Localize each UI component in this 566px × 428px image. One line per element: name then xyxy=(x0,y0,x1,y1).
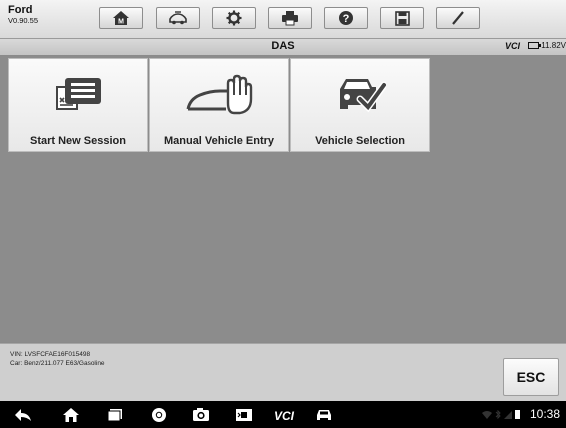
home-icon xyxy=(63,407,79,422)
vci-icon: VCI xyxy=(274,409,295,422)
svg-text:?: ? xyxy=(343,13,350,25)
manual-entry-icon xyxy=(186,74,253,115)
bluetooth-icon xyxy=(495,410,501,419)
top-toolbar: Ford V0.90.55 M ? xyxy=(0,0,566,39)
home-icon: M xyxy=(113,11,129,26)
printer-icon xyxy=(282,11,298,26)
settings-button[interactable] xyxy=(212,7,256,29)
vci-nav-text: VCI xyxy=(274,409,295,422)
start-new-session-tile[interactable]: Start New Session xyxy=(8,58,148,152)
vin-text: VIN: LVSFCFAE16F015498 xyxy=(10,351,91,358)
battery-icon xyxy=(528,42,542,49)
save-button[interactable] xyxy=(380,7,424,29)
signal-indicators xyxy=(482,409,520,419)
new-session-icon xyxy=(56,78,101,110)
cellular-icon xyxy=(504,411,512,419)
vehicle-swap-button[interactable] xyxy=(156,7,200,29)
software-version: V0.90.55 xyxy=(8,16,39,25)
vehicle-info-bar: VIN: LVSFCFAE16F015498 Car: Benz/211.077… xyxy=(0,343,566,402)
gear-icon xyxy=(226,10,242,26)
battery-voltage-value: 11.82V xyxy=(541,41,566,50)
car-description-text: Car: Benz/211.077 E63/Gasoline xyxy=(10,360,105,367)
nav-home-button[interactable] xyxy=(60,405,82,424)
help-button[interactable]: ? xyxy=(324,7,368,29)
screen-capture-button[interactable] xyxy=(233,405,255,424)
car-icon xyxy=(317,409,331,420)
camera-button[interactable] xyxy=(190,405,212,424)
brand-make: Ford xyxy=(8,4,33,16)
screen-capture-icon xyxy=(236,408,252,421)
camera-icon xyxy=(193,408,209,421)
chrome-button[interactable] xyxy=(148,405,170,424)
screen: Ford V0.90.55 M ? DAS VCI 11.82V Start N… xyxy=(0,0,566,428)
vehicle-selection-label: Vehicle Selection xyxy=(315,135,405,147)
recents-icon xyxy=(107,408,122,421)
edit-button[interactable] xyxy=(436,7,480,29)
system-navigation-bar: VCI 10:38 xyxy=(0,401,566,428)
back-button[interactable] xyxy=(12,405,34,424)
vehicle-selection-icon xyxy=(340,79,386,113)
vci-status-label: VCI xyxy=(504,41,520,51)
recents-button[interactable] xyxy=(104,405,126,424)
help-icon: ? xyxy=(339,11,353,25)
system-clock: 10:38 xyxy=(529,407,560,421)
start-new-session-label: Start New Session xyxy=(30,135,126,147)
vci-manager-button[interactable]: VCI xyxy=(273,405,301,424)
vehicle-selection-tile[interactable]: Vehicle Selection xyxy=(290,58,430,152)
battery-status-icon xyxy=(515,410,520,419)
main-area: Start New Session Manual Vehicle Entry V… xyxy=(0,56,566,342)
home-button[interactable]: M xyxy=(99,7,143,29)
svg-text:M: M xyxy=(118,19,124,26)
wifi-icon xyxy=(482,411,492,419)
back-icon xyxy=(15,408,31,421)
manual-vehicle-entry-tile[interactable]: Manual Vehicle Entry xyxy=(149,58,289,152)
print-button[interactable] xyxy=(268,7,312,29)
esc-button[interactable]: ESC xyxy=(503,358,559,396)
battery-voltage: 11.82V xyxy=(528,41,566,50)
page-title: DAS xyxy=(271,40,295,52)
title-bar: DAS VCI 11.82V xyxy=(0,39,566,56)
pencil-icon xyxy=(452,11,464,25)
save-icon xyxy=(394,10,410,26)
car-swap-icon xyxy=(169,11,187,25)
manual-vehicle-entry-label: Manual Vehicle Entry xyxy=(163,135,275,147)
vehicle-app-button[interactable] xyxy=(313,405,335,424)
chrome-icon xyxy=(152,407,166,422)
vehicle-brand: Ford V0.90.55 xyxy=(8,4,38,26)
